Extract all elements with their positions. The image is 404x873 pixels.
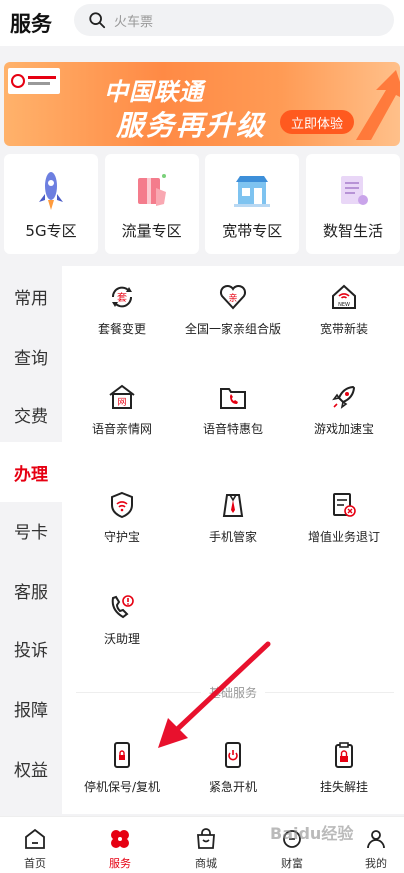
sidebar-item-fault-report[interactable]: 报障	[0, 678, 62, 738]
section-title-basic: 基础服务	[62, 684, 404, 701]
service-vas-unsubscribe[interactable]: 增值业务退订	[284, 478, 404, 548]
lock-clipboard-icon	[335, 742, 353, 768]
service-wo-assistant[interactable]: 沃助理	[62, 580, 182, 650]
package-change-icon: 套	[111, 286, 133, 308]
service-label: 沃助理	[103, 632, 140, 646]
nav-label: 财富	[281, 857, 303, 870]
zone-5g[interactable]: 5G专区	[4, 154, 98, 254]
zone-label: 5G专区	[25, 222, 77, 240]
service-label: 宽带新装	[319, 322, 368, 336]
page-title: 服务	[10, 12, 52, 36]
wealth-icon	[283, 830, 301, 848]
service-label: 增值业务退订	[307, 530, 380, 544]
nav-service[interactable]: 服务	[80, 817, 160, 873]
try-now-button[interactable]: 立即体验	[280, 110, 354, 134]
flower-icon	[111, 830, 129, 848]
banner-logo-text: 中国联通	[104, 78, 204, 106]
svg-text:NEW: NEW	[338, 302, 350, 308]
rocket-icon	[39, 172, 63, 210]
search-input[interactable]: 火车票	[74, 4, 394, 36]
bag-icon	[197, 828, 215, 849]
service-label: 挂失解挂	[319, 780, 368, 794]
banner-slogan: 服务再升级	[116, 109, 267, 142]
sidebar-item-handle[interactable]: 办理	[0, 442, 62, 502]
bottom-nav: 首页 服务 商城 财富 我的	[0, 816, 404, 873]
service-grid: 套 套餐变更 亲 全国一家亲组合版 NEW 宽带新装 网 语音亲情网 语音特惠包…	[62, 266, 404, 814]
service-game-accelerator[interactable]: 游戏加速宝	[284, 370, 404, 440]
nav-label: 服务	[109, 857, 131, 870]
header-bar: 服务 火车票	[0, 0, 404, 46]
service-broadband-new[interactable]: NEW 宽带新装	[284, 270, 404, 340]
service-report-loss[interactable]: 挂失解挂	[284, 728, 404, 798]
unsubscribe-icon	[333, 493, 356, 517]
promo-banner[interactable]: 中国联通 服务再升级 立即体验	[4, 62, 400, 146]
butler-icon	[222, 494, 244, 517]
nav-label: 我的	[365, 857, 387, 870]
search-placeholder: 火车票	[114, 14, 154, 30]
broadband-new-icon: NEW	[332, 284, 356, 309]
nav-label: 首页	[24, 857, 46, 870]
home-network-icon: 网	[109, 384, 135, 409]
family-heart-icon: 亲	[219, 284, 247, 310]
phone-lock-icon	[114, 742, 130, 768]
svg-text:套: 套	[117, 291, 127, 304]
svg-text:亲: 亲	[228, 292, 237, 304]
zone-label: 宽带专区	[222, 222, 283, 240]
rocket-icon	[332, 385, 356, 409]
home-icon	[25, 828, 45, 849]
sidebar-item-complaint[interactable]: 投诉	[0, 618, 62, 678]
zone-broadband[interactable]: 宽带专区	[205, 154, 300, 254]
document-icon	[340, 176, 368, 205]
zone-label: 流量专区	[121, 222, 182, 240]
nav-wealth[interactable]: 财富	[252, 817, 332, 873]
phone-folder-icon	[220, 388, 246, 409]
phone-alert-icon	[111, 595, 134, 619]
arrow-up-icon	[356, 70, 400, 140]
sidebar-item-common[interactable]: 常用	[0, 266, 62, 326]
zone-label: 数智生活	[322, 222, 383, 240]
nav-label: 商城	[195, 857, 217, 870]
user-icon	[367, 830, 385, 849]
sidebar-item-customer-service[interactable]: 客服	[0, 560, 62, 620]
zone-traffic[interactable]: 流量专区	[104, 154, 199, 254]
brand-logo	[8, 68, 60, 94]
zone-row: 5G专区 流量专区 宽带专区 数智生活	[0, 154, 404, 256]
phone-power-icon	[225, 742, 241, 768]
store-icon	[234, 176, 271, 207]
shield-icon	[111, 491, 133, 519]
svg-text:网: 网	[117, 397, 126, 408]
search-icon	[89, 12, 106, 29]
gift-box-icon	[137, 174, 166, 206]
nav-mall[interactable]: 商城	[166, 817, 246, 873]
zone-smart-life[interactable]: 数智生活	[305, 154, 400, 254]
nav-mine[interactable]: 我的	[336, 817, 404, 873]
nav-home[interactable]: 首页	[0, 817, 75, 873]
service-label: 游戏加速宝	[313, 422, 374, 436]
